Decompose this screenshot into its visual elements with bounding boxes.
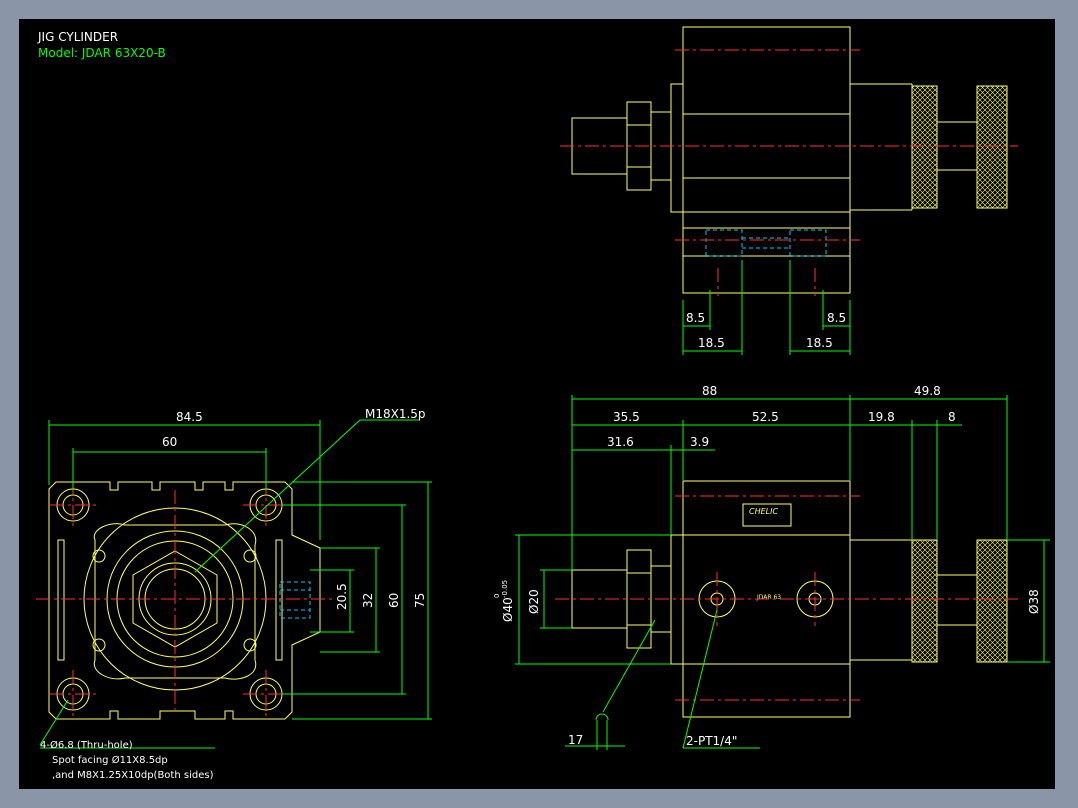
dim-side-knob-gap: 8	[948, 410, 956, 424]
dim-side-rod-dia: Ø20	[527, 589, 541, 614]
top-knob	[976, 85, 1008, 209]
side-knob	[976, 539, 1008, 663]
model-label: Model: JDAR 63X20-B	[38, 46, 166, 60]
side-view-dimensions	[515, 395, 1050, 750]
dim-front-body-inner: 60	[387, 593, 401, 608]
thread-note: M18X1.5p	[365, 407, 426, 421]
dim-side-wrench: 17	[568, 733, 583, 747]
dim-side-total: 88	[702, 384, 717, 398]
dim-side-boss-tol-upper: 0	[493, 594, 501, 598]
dim-side-knob-body: 19.8	[868, 410, 895, 424]
dim-side-knob: 49.8	[914, 384, 941, 398]
dim-top-left-inner: 8.5	[686, 311, 705, 325]
dim-side-body: 52.5	[752, 410, 779, 424]
front-view	[48, 481, 321, 720]
dim-top-right-outer: 18.5	[806, 336, 833, 350]
dim-side-rod-ext: 35.5	[613, 410, 640, 424]
hole-note-line-1: 4-Ø6.8 (Thru-hole)	[40, 739, 133, 751]
front-body-outline	[48, 481, 321, 720]
dim-front-overall-width: 84.5	[176, 410, 203, 424]
hole-note-line-3: ,and M8X1.25X10dp(Both sides)	[52, 770, 214, 781]
dim-front-overall-height: 75	[413, 593, 427, 608]
top-body-outline	[682, 26, 851, 294]
drawing-title: JIG CYLINDER	[37, 30, 118, 44]
dim-side-nut: 3.9	[690, 435, 709, 449]
port-note: 2-PT1/4"	[686, 734, 737, 748]
brand-label: CHELIC	[749, 507, 778, 516]
dim-top-right-inner: 8.5	[827, 311, 846, 325]
front-view-dimensions	[39, 419, 432, 749]
top-view-hidden-ports	[705, 229, 827, 257]
dim-side-knob-dia: Ø38	[1027, 589, 1041, 614]
front-view-centerlines	[36, 480, 336, 718]
side-view-centerlines	[555, 495, 1018, 701]
dim-side-boss-tol-lower: -0.05	[501, 580, 509, 598]
cad-drawing: JIG CYLINDER Model: JDAR 63X20-B 8.5 8.5…	[36, 26, 1050, 781]
dim-front-hole-pitch-h: 60	[162, 435, 177, 449]
dim-front-port-depth: 20.5	[335, 583, 349, 610]
hole-note-line-2: Spot facing Ø11X8.5dp	[52, 754, 168, 766]
top-knob-ring	[911, 85, 938, 209]
front-view-hidden-port	[279, 581, 311, 619]
top-view-centerlines	[560, 49, 1018, 296]
body-small-label: JDAR 63	[756, 594, 781, 601]
dim-front-hole-pitch-v: 32	[361, 593, 375, 608]
drawing-canvas: JIG CYLINDER Model: JDAR 63X20-B 8.5 8.5…	[19, 19, 1055, 789]
dim-side-boss-dia: Ø40	[501, 597, 515, 622]
side-knob-ring	[911, 539, 938, 663]
dim-side-rod: 31.6	[607, 435, 634, 449]
dim-top-left-outer: 18.5	[698, 336, 725, 350]
